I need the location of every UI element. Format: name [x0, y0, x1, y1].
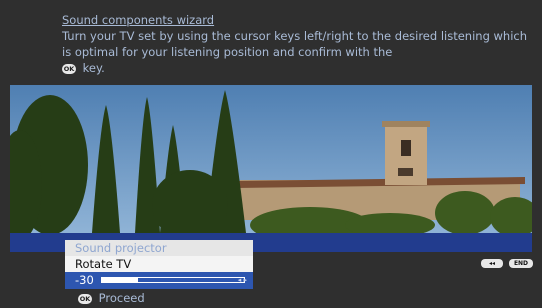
landscape-image	[10, 85, 532, 233]
wizard-title: Sound components wizard	[62, 13, 215, 27]
left-right-arrows-icon: ◂ ▸	[237, 276, 247, 284]
wizard-instruction-text: Turn your TV set by using the cursor key…	[62, 29, 528, 59]
ok-key-icon: OK	[62, 64, 76, 74]
slider-fill	[102, 278, 138, 282]
wizard-menu: Sound projector Rotate TV -30 ◂ ▸	[65, 240, 253, 289]
proceed-action[interactable]: OK Proceed	[78, 291, 145, 305]
back-button[interactable]: ◂◂	[481, 259, 503, 268]
ok-key-icon: OK	[78, 294, 92, 304]
rotation-slider-row[interactable]: -30 ◂ ▸	[65, 272, 253, 289]
proceed-label: Proceed	[98, 291, 145, 305]
rotation-slider[interactable]	[101, 277, 245, 283]
end-button[interactable]: END	[509, 259, 533, 268]
background-photo	[10, 85, 532, 233]
wizard-instructions: Sound components wizard Turn your TV set…	[62, 12, 532, 76]
menu-item-sound-projector[interactable]: Sound projector	[65, 240, 253, 256]
slider-value: -30	[75, 273, 94, 287]
wizard-instruction-end: key.	[82, 61, 105, 75]
menu-item-rotate-tv[interactable]: Rotate TV	[65, 256, 253, 272]
